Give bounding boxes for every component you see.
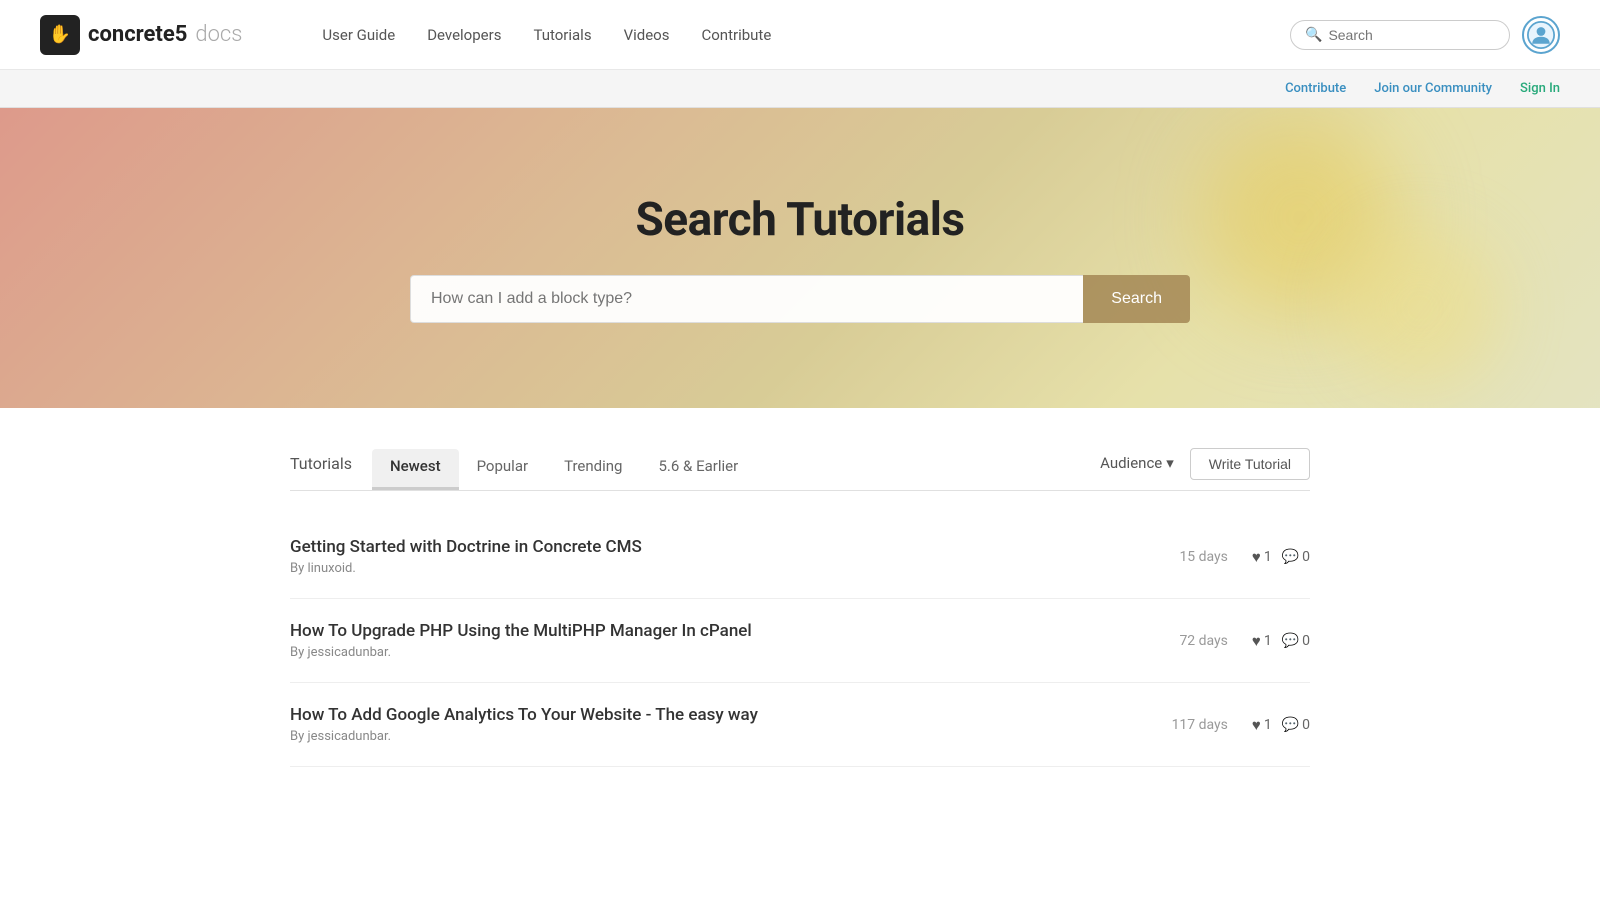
author-link[interactable]: jessicadunbar: [307, 645, 387, 660]
tab-popular[interactable]: Popular: [459, 449, 547, 490]
tutorial-meta: 117 days ♥ 1 💬 0: [1110, 716, 1310, 734]
tutorial-age: 72 days: [1158, 633, 1228, 649]
user-avatar[interactable]: [1522, 16, 1560, 54]
hero-search-button[interactable]: Search: [1083, 275, 1190, 323]
tutorial-author: By linuxoid.: [290, 561, 1110, 576]
comment-icon: 💬: [1282, 717, 1299, 733]
nav-videos[interactable]: Videos: [624, 26, 670, 44]
likes-count: 1: [1264, 633, 1272, 649]
audience-dropdown[interactable]: Audience ▾: [1100, 454, 1174, 484]
likes-count: 1: [1264, 717, 1272, 733]
write-tutorial-button[interactable]: Write Tutorial: [1190, 448, 1310, 480]
table-row: How To Upgrade PHP Using the MultiPHP Ma…: [290, 599, 1310, 683]
likes-stat: ♥ 1: [1252, 632, 1272, 650]
heart-icon: ♥: [1252, 716, 1261, 734]
tutorial-title[interactable]: How To Upgrade PHP Using the MultiPHP Ma…: [290, 621, 1110, 641]
tutorial-author: By jessicadunbar.: [290, 645, 1110, 660]
heart-icon: ♥: [1252, 548, 1261, 566]
sub-signin-link[interactable]: Sign In: [1520, 81, 1560, 96]
chevron-down-icon: ▾: [1166, 454, 1174, 472]
comment-icon: 💬: [1282, 549, 1299, 565]
tab-trending[interactable]: Trending: [546, 449, 640, 490]
nav-user-guide[interactable]: User Guide: [322, 26, 395, 44]
comments-count: 0: [1302, 549, 1310, 565]
tutorial-title[interactable]: Getting Started with Doctrine in Concret…: [290, 537, 1110, 557]
main-content: Tutorials Newest Popular Trending 5.6 & …: [250, 408, 1350, 827]
header-right: 🔍: [1290, 16, 1560, 54]
likes-stat: ♥ 1: [1252, 548, 1272, 566]
header-search-input[interactable]: [1328, 27, 1495, 43]
logo-brand: concrete5: [88, 22, 187, 47]
tutorial-meta: 15 days ♥ 1 💬 0: [1110, 548, 1310, 566]
likes-stat: ♥ 1: [1252, 716, 1272, 734]
logo-link[interactable]: ✋ concrete5 docs: [40, 15, 242, 55]
nav-developers[interactable]: Developers: [427, 26, 501, 44]
main-header: ✋ concrete5 docs User Guide Developers T…: [0, 0, 1600, 70]
nav-tutorials[interactable]: Tutorials: [533, 26, 591, 44]
tutorial-title[interactable]: How To Add Google Analytics To Your Webs…: [290, 705, 1110, 725]
tab-newest[interactable]: Newest: [372, 449, 459, 490]
comments-stat: 💬 0: [1282, 633, 1310, 649]
tutorial-info: How To Upgrade PHP Using the MultiPHP Ma…: [290, 621, 1110, 660]
sub-community-link[interactable]: Join our Community: [1374, 81, 1492, 96]
logo-icon: ✋: [40, 15, 80, 55]
hero-content: Search Tutorials Search: [0, 193, 1600, 323]
hero-search-row: Search: [410, 275, 1190, 323]
sub-contribute-link[interactable]: Contribute: [1285, 81, 1346, 96]
nav-contribute[interactable]: Contribute: [701, 26, 771, 44]
table-row: Getting Started with Doctrine in Concret…: [290, 515, 1310, 599]
hero-section: Search Tutorials Search: [0, 108, 1600, 408]
logo-docs: docs: [195, 22, 242, 47]
comments-count: 0: [1302, 633, 1310, 649]
tutorial-meta: 72 days ♥ 1 💬 0: [1110, 632, 1310, 650]
tabs-row: Tutorials Newest Popular Trending 5.6 & …: [290, 448, 1310, 491]
tutorial-info: How To Add Google Analytics To Your Webs…: [290, 705, 1110, 744]
comment-icon: 💬: [1282, 633, 1299, 649]
tutorial-stats: ♥ 1 💬 0: [1252, 716, 1310, 734]
comments-count: 0: [1302, 717, 1310, 733]
main-nav: User Guide Developers Tutorials Videos C…: [322, 26, 771, 44]
hero-search-input[interactable]: [410, 275, 1083, 323]
comments-stat: 💬 0: [1282, 549, 1310, 565]
tutorial-age: 117 days: [1158, 717, 1228, 733]
audience-label: Audience: [1100, 454, 1162, 472]
author-link[interactable]: jessicadunbar: [307, 729, 387, 744]
tutorial-author: By jessicadunbar.: [290, 729, 1110, 744]
search-icon: 🔍: [1305, 27, 1322, 43]
table-row: How To Add Google Analytics To Your Webs…: [290, 683, 1310, 767]
tabs-section-label: Tutorials: [290, 454, 352, 485]
header-search-box[interactable]: 🔍: [1290, 20, 1510, 50]
hero-title: Search Tutorials: [635, 193, 964, 247]
comments-stat: 💬 0: [1282, 717, 1310, 733]
author-link[interactable]: linuxoid: [307, 561, 352, 576]
likes-count: 1: [1264, 549, 1272, 565]
tutorial-age: 15 days: [1158, 549, 1228, 565]
tab-56earlier[interactable]: 5.6 & Earlier: [640, 449, 756, 490]
tutorial-info: Getting Started with Doctrine in Concret…: [290, 537, 1110, 576]
tutorial-list: Getting Started with Doctrine in Concret…: [290, 515, 1310, 767]
tutorial-stats: ♥ 1 💬 0: [1252, 632, 1310, 650]
tutorial-stats: ♥ 1 💬 0: [1252, 548, 1310, 566]
sub-header: Contribute Join our Community Sign In: [0, 70, 1600, 108]
heart-icon: ♥: [1252, 632, 1261, 650]
